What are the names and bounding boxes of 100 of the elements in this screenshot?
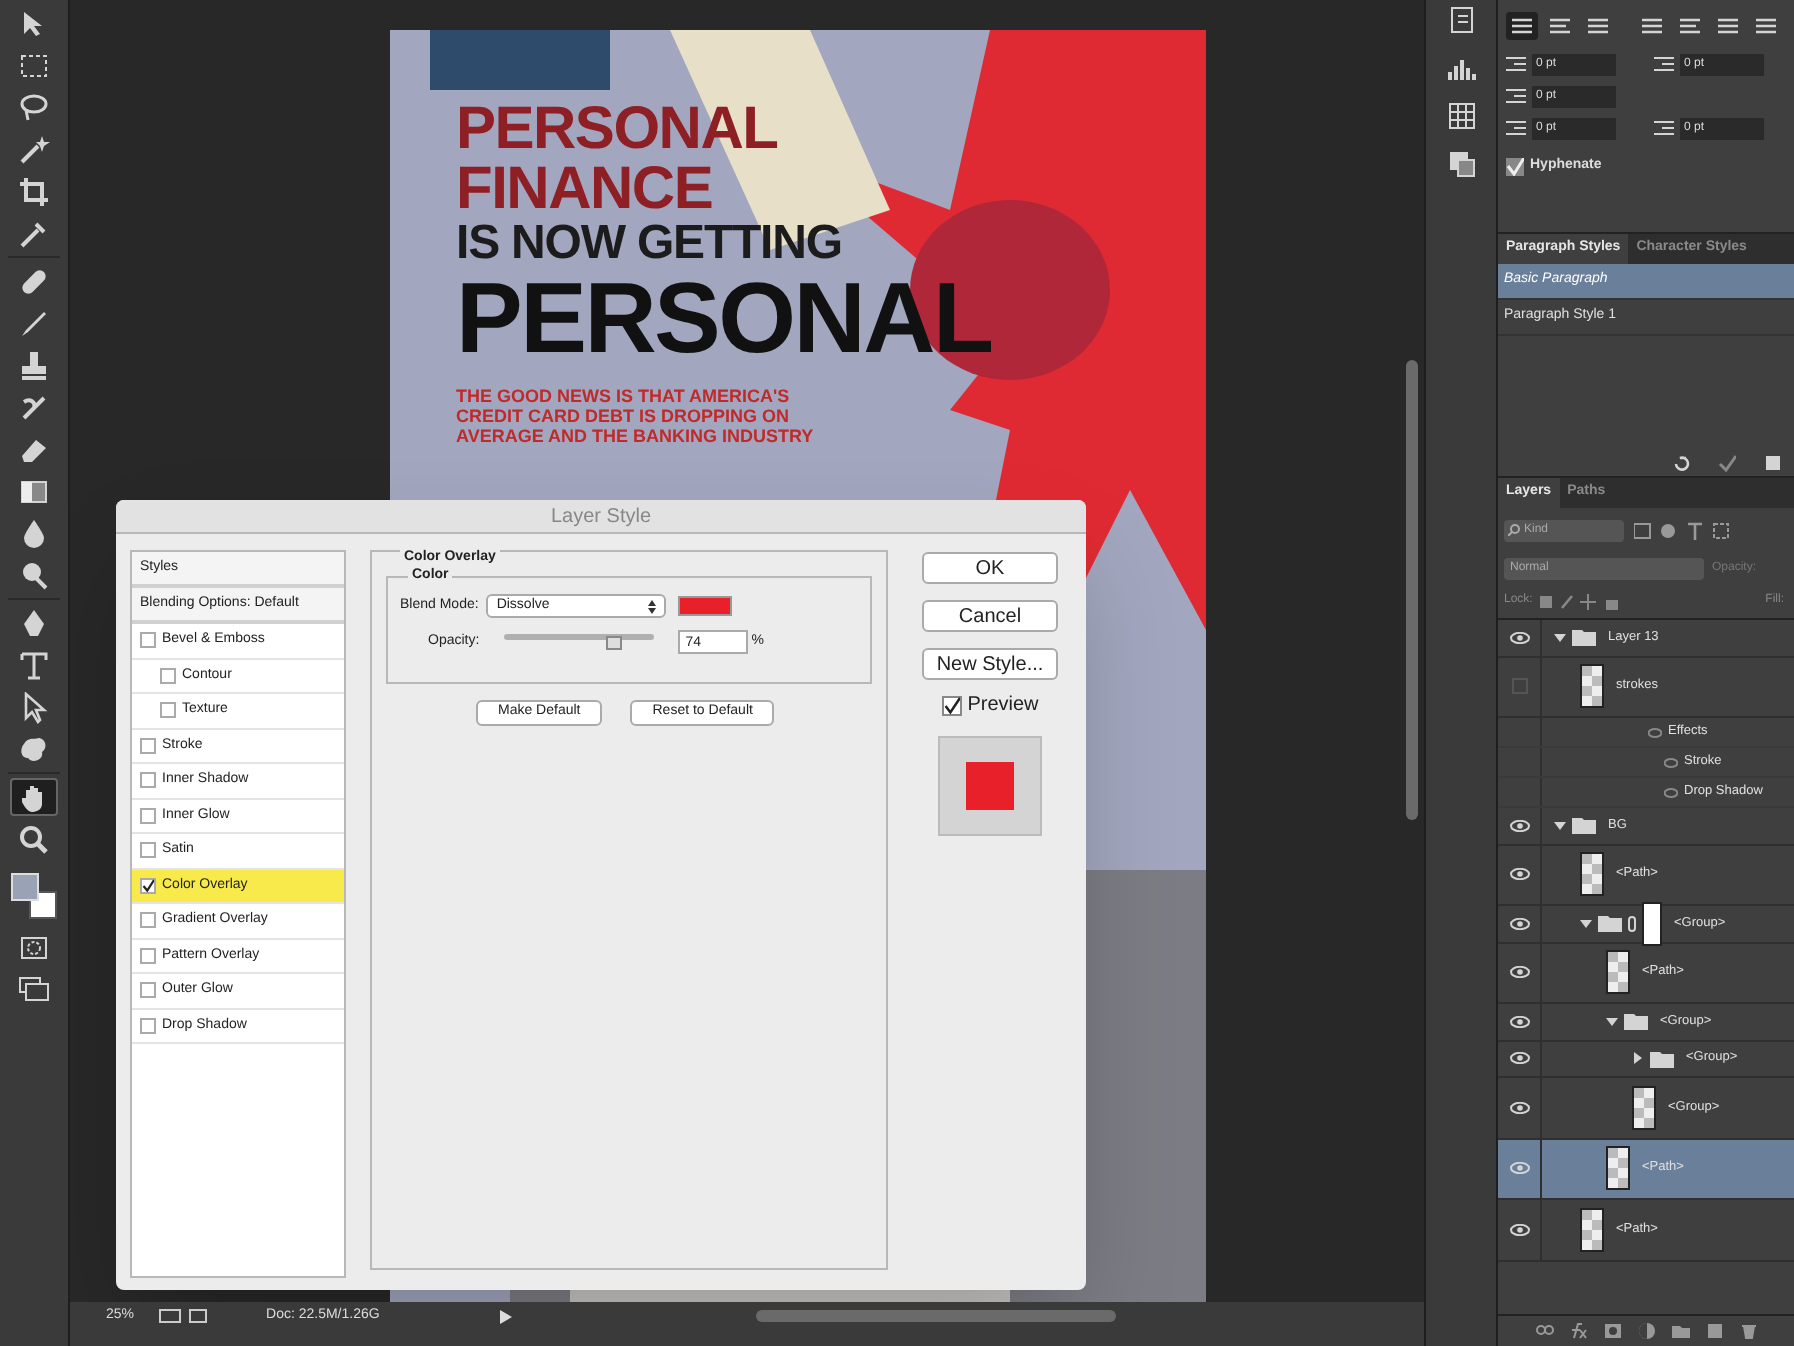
disclosure-triangle-icon[interactable] xyxy=(1554,819,1566,832)
folder-icon xyxy=(1598,914,1622,933)
checkmark-icon xyxy=(1506,157,1524,176)
layer-thumbnail xyxy=(1580,1207,1604,1252)
eyedropper-icon xyxy=(18,217,50,249)
indent-icon xyxy=(1654,56,1674,74)
disclosure-triangle-icon[interactable] xyxy=(1606,1015,1618,1028)
drop-icon xyxy=(18,517,50,549)
indent-icon xyxy=(1506,56,1526,74)
eye-icon[interactable] xyxy=(1664,787,1678,797)
align-icon xyxy=(1550,17,1570,35)
dropdown-arrows-icon xyxy=(648,599,657,613)
checkbox[interactable] xyxy=(140,737,156,754)
lasso-icon xyxy=(18,91,50,123)
dialog-button[interactable]: Cancel xyxy=(922,600,1058,632)
body-text: CREDIT CARD DEBT IS DROPPING ON xyxy=(456,408,792,426)
align-icon xyxy=(1642,17,1662,35)
wand-icon xyxy=(18,133,50,165)
checkbox[interactable] xyxy=(140,632,156,649)
align-icon xyxy=(1718,17,1738,35)
folder-icon xyxy=(1624,1012,1648,1031)
indent-icon xyxy=(1654,120,1674,138)
headline-text: PERSONAL xyxy=(456,100,780,160)
undo-icon[interactable] xyxy=(1672,453,1690,471)
checkbox[interactable] xyxy=(140,947,156,964)
dialog-title: Layer Style xyxy=(550,503,652,531)
history-brush-icon xyxy=(18,391,50,423)
vertical-scrollbar[interactable] xyxy=(1406,360,1418,820)
brush-icon xyxy=(18,307,50,339)
adjustment-icon[interactable] xyxy=(1637,1322,1655,1340)
indent-icon xyxy=(1506,120,1526,138)
link-icon[interactable] xyxy=(1535,1322,1553,1340)
trash-icon[interactable] xyxy=(1739,1322,1757,1340)
marquee-icon xyxy=(18,49,50,81)
checkbox[interactable] xyxy=(941,695,962,715)
screen-mode-icon[interactable] xyxy=(18,974,50,1002)
layer-thumbnail xyxy=(1580,664,1604,709)
search-icon xyxy=(1508,524,1520,536)
horizontal-scrollbar[interactable] xyxy=(755,1310,1116,1322)
folder-icon[interactable] xyxy=(1671,1322,1689,1340)
dialog-button[interactable]: OK xyxy=(922,552,1058,584)
disclosure-triangle-icon[interactable] xyxy=(1632,1052,1644,1065)
disclosure-triangle-icon[interactable] xyxy=(1580,917,1592,930)
stamp-icon xyxy=(18,349,50,381)
play-icon[interactable] xyxy=(499,1309,512,1323)
lock-icons[interactable] xyxy=(1540,593,1621,609)
headline-text: IS NOW GETTING xyxy=(456,220,844,268)
align-button[interactable] xyxy=(1506,12,1538,40)
align-icon xyxy=(1588,17,1608,35)
mask-icon[interactable] xyxy=(1603,1322,1621,1340)
indent-icon xyxy=(1506,88,1526,106)
checkbox[interactable] xyxy=(160,667,176,684)
align-icon xyxy=(1512,17,1532,35)
checkmark-icon xyxy=(943,695,960,715)
folder-icon xyxy=(1572,816,1596,835)
color-swatch[interactable] xyxy=(678,596,733,616)
checkbox[interactable] xyxy=(140,807,156,824)
checkbox[interactable] xyxy=(140,842,156,859)
layer-thumbnail xyxy=(1606,1146,1630,1191)
dodge-icon xyxy=(18,559,50,591)
new-layer-icon[interactable] xyxy=(1705,1322,1723,1340)
checkbox[interactable] xyxy=(140,1017,156,1034)
eye-icon[interactable] xyxy=(1648,727,1662,737)
headline-text: FINANCE xyxy=(456,160,715,220)
layer-thumbnail xyxy=(1632,1085,1656,1130)
history-icon[interactable] xyxy=(1447,6,1475,34)
tool-button[interactable] xyxy=(10,778,58,816)
filter-icons[interactable] xyxy=(1634,521,1734,539)
histogram-icon[interactable] xyxy=(1447,54,1475,82)
disclosure-triangle-icon[interactable] xyxy=(1554,631,1566,644)
preview-checkbox[interactable]: Preview xyxy=(941,690,1039,720)
opacity-slider[interactable] xyxy=(499,632,658,652)
type-icon xyxy=(18,649,50,681)
align-icon xyxy=(1680,17,1700,35)
grid-icon[interactable] xyxy=(1447,102,1475,130)
preview-swatch xyxy=(966,762,1014,810)
new-style-icon[interactable] xyxy=(1764,453,1782,471)
body-text: AVERAGE AND THE BANKING INDUSTRY xyxy=(456,428,816,446)
status-icons[interactable] xyxy=(158,1308,211,1324)
checkbox[interactable] xyxy=(140,982,156,999)
body-text: THE GOOD NEWS IS THAT AMERICA'S xyxy=(456,388,792,406)
stack-icon[interactable] xyxy=(1447,150,1475,178)
crop-icon xyxy=(18,175,50,207)
zoom-icon xyxy=(18,823,50,855)
checkbox[interactable] xyxy=(140,912,156,929)
checkmark-icon[interactable] xyxy=(1718,453,1736,471)
folder-icon xyxy=(1650,1049,1674,1068)
quick-mask-icon[interactable] xyxy=(18,934,50,962)
fx-icon[interactable] xyxy=(1569,1322,1587,1340)
dialog-button[interactable]: New Style... xyxy=(922,648,1058,680)
slider-thumb[interactable] xyxy=(606,636,623,650)
folder-icon xyxy=(1572,628,1596,647)
checkbox[interactable] xyxy=(140,877,156,894)
checkbox[interactable] xyxy=(160,702,176,719)
eye-icon[interactable] xyxy=(1664,757,1678,767)
checkmark-icon xyxy=(142,877,154,894)
color-swatches-icon[interactable] xyxy=(8,870,60,922)
layer-thumbnail xyxy=(1580,852,1604,897)
checkbox[interactable] xyxy=(140,772,156,789)
layer-thumbnail xyxy=(1606,950,1630,995)
